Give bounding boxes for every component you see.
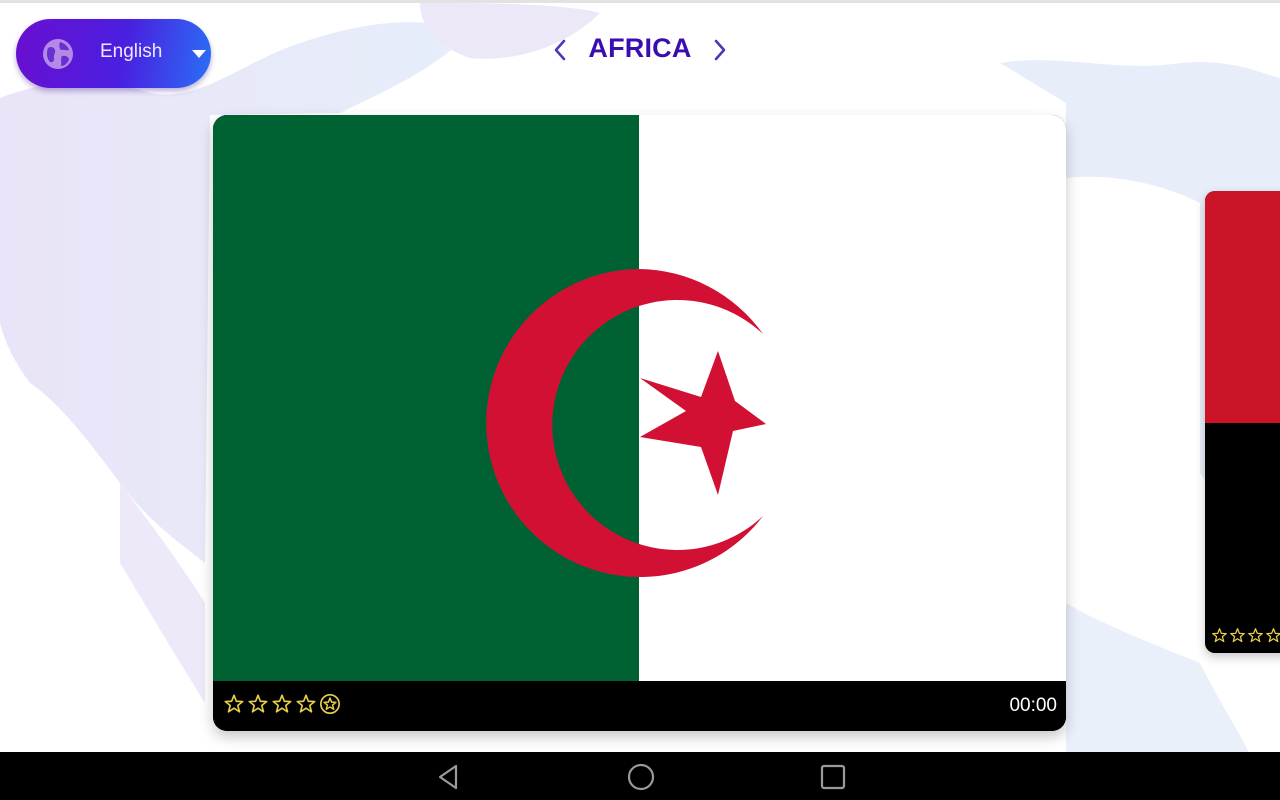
back-icon[interactable] — [434, 762, 464, 792]
home-icon[interactable] — [626, 762, 656, 792]
region-navigation: AFRICA — [540, 29, 740, 73]
globe-icon — [43, 39, 73, 69]
caret-down-icon — [192, 50, 206, 58]
star-outline-icon — [272, 694, 292, 713]
star-outline-icon — [296, 694, 316, 713]
flag-next-red-band — [1205, 191, 1280, 423]
star-outline-icon — [1230, 628, 1245, 643]
flag-card-next[interactable] — [1205, 191, 1280, 653]
rating-stars — [1211, 627, 1280, 644]
flag-algeria — [213, 115, 1066, 681]
star-outline-icon — [1248, 628, 1263, 643]
timer: 00:00 — [1009, 695, 1057, 716]
language-selector[interactable]: English — [16, 19, 211, 88]
star-badge-icon — [320, 694, 340, 714]
rating-stars — [223, 693, 341, 715]
system-navigation-bar — [0, 752, 1280, 800]
recents-icon[interactable] — [818, 762, 848, 792]
star-outline-icon — [1212, 628, 1227, 643]
flag-card-current[interactable]: 00:00 — [213, 115, 1066, 731]
card-footer: 00:00 — [213, 681, 1066, 731]
flag-next-black-band — [1205, 423, 1280, 618]
star-outline-icon — [248, 694, 268, 713]
chevron-right-icon[interactable] — [708, 37, 732, 63]
star-outline-icon — [224, 694, 244, 713]
language-label: English — [100, 41, 163, 62]
app-screen: English AFRICA 00:00 — [0, 0, 1280, 752]
star-outline-icon — [1266, 628, 1280, 643]
flag-green-half — [213, 115, 639, 681]
